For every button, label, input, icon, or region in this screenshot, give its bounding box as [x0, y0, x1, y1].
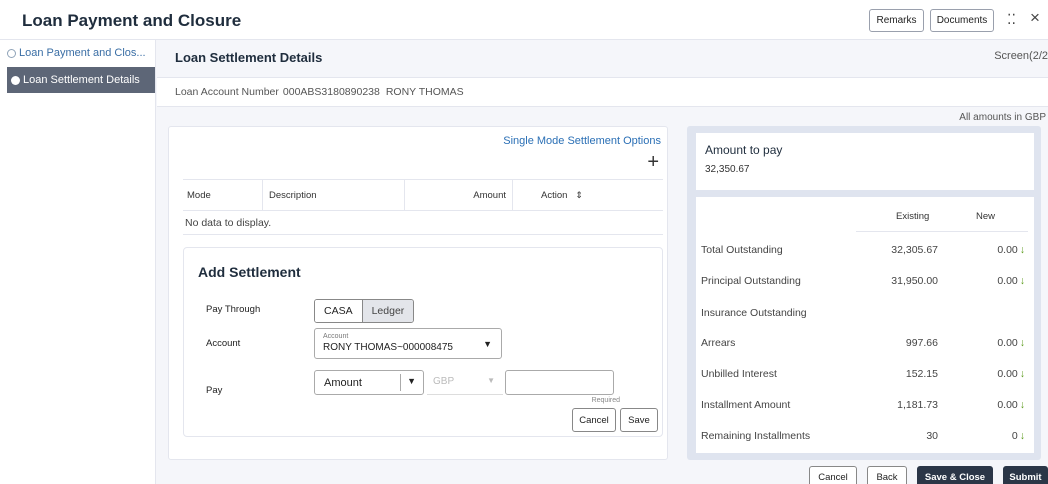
screen-indicator: Screen(2/2 — [994, 50, 1048, 62]
header-divider — [856, 231, 1028, 232]
currency-select[interactable]: GBP ▼ — [427, 370, 503, 395]
detail-row-total-outstanding: Total Outstanding 32,305.67 0.00 ↓ — [701, 244, 1025, 256]
add-settlement-title: Add Settlement — [198, 264, 301, 280]
step-sidebar: Loan Payment and Clos... Loan Settlement… — [0, 40, 156, 484]
sidebar-item-label: Loan Payment and Clos... — [19, 47, 146, 59]
sidebar-item-loan-settlement[interactable]: Loan Settlement Details — [7, 67, 155, 93]
pay-label: Pay — [206, 385, 223, 396]
column-header-existing: Existing — [896, 211, 930, 222]
arrow-down-icon: ↓ — [1019, 337, 1025, 349]
amount-to-pay-card: Amount to pay 32,350.67 — [696, 133, 1034, 190]
minimize-icon[interactable]: ⁚⁚ — [1007, 11, 1016, 28]
cancel-settlement-button[interactable]: Cancel — [572, 408, 616, 432]
pay-through-toggle: CASA Ledger — [314, 299, 415, 323]
add-settlement-box: Add Settlement Pay Through CASA Ledger A… — [183, 247, 663, 437]
sidebar-item-label: Loan Settlement Details — [23, 74, 140, 86]
pay-amount-input[interactable] — [505, 370, 614, 395]
outstanding-details-card: Existing New Total Outstanding 32,305.67… — [696, 197, 1034, 453]
pay-type-value: Amount — [324, 377, 362, 389]
pay-type-divider — [400, 374, 401, 391]
sidebar-item-loan-payment[interactable]: Loan Payment and Clos... — [0, 40, 155, 66]
step-done-icon — [7, 48, 16, 58]
single-mode-settlement-link[interactable]: Single Mode Settlement Options — [503, 135, 661, 147]
column-header-description: Description — [263, 180, 405, 210]
column-header-action[interactable]: Action ⇕ — [513, 180, 611, 210]
details-header: Existing New — [696, 197, 1034, 231]
table-header-row: Mode Description Amount Action ⇕ — [183, 179, 663, 211]
account-info-row: Loan Account Number 000ABS3180890238 RON… — [157, 77, 1048, 107]
detail-row-remaining-installments: Remaining Installments 30 0 ↓ — [701, 430, 1025, 442]
back-button[interactable]: Back — [867, 466, 907, 484]
detail-row-insurance-outstanding: Insurance Outstanding — [701, 307, 807, 319]
arrow-down-icon: ↓ — [1019, 399, 1025, 411]
column-header-new: New — [976, 211, 996, 222]
arrow-down-icon: ↓ — [1019, 368, 1025, 380]
settlement-mode-table: Mode Description Amount Action ⇕ No data… — [183, 179, 663, 235]
summary-panel: Amount to pay 32,350.67 Existing New Tot… — [687, 126, 1041, 460]
sort-icon[interactable]: ⇕ — [575, 190, 583, 201]
amount-to-pay-value: 32,350.67 — [705, 164, 750, 175]
column-header-amount: Amount — [405, 180, 513, 210]
detail-row-arrears: Arrears 997.66 0.00 ↓ — [701, 337, 1025, 349]
section-title: Loan Settlement Details — [175, 50, 323, 65]
documents-button[interactable]: Documents — [930, 9, 994, 32]
table-empty-message: No data to display. — [183, 211, 663, 235]
chevron-down-icon: ▼ — [487, 376, 495, 385]
detail-row-installment-amount: Installment Amount 1,181.73 0.00 ↓ — [701, 399, 1025, 411]
arrow-down-icon: ↓ — [1019, 430, 1025, 442]
currency-note: All amounts in GBP — [959, 112, 1046, 123]
cancel-button[interactable]: Cancel — [809, 466, 857, 484]
required-note: Required — [591, 397, 620, 404]
main-content: Loan Settlement Details Screen(2/2 Loan … — [157, 40, 1048, 484]
header-bar: Loan Payment and Closure Remarks Documen… — [0, 0, 1048, 40]
close-icon[interactable]: × — [1030, 8, 1040, 28]
account-number: 000ABS3180890238 — [282, 86, 380, 98]
account-label: Account — [206, 338, 241, 349]
remarks-button[interactable]: Remarks — [869, 9, 924, 32]
account-number-label: Loan Account Number — [175, 86, 279, 98]
add-mode-icon[interactable]: + — [647, 152, 659, 172]
pay-through-label: Pay Through — [206, 304, 261, 315]
account-select-value: RONY THOMAS~000008475 — [323, 342, 453, 353]
detail-row-unbilled-interest: Unbilled Interest 152.15 0.00 ↓ — [701, 368, 1025, 380]
account-holder-name: RONY THOMAS — [385, 86, 464, 98]
step-current-icon — [11, 75, 20, 85]
chevron-down-icon: ▼ — [407, 376, 416, 386]
account-field-floating-label: Account — [323, 333, 349, 340]
pay-type-select[interactable]: Amount ▼ — [314, 370, 424, 395]
submit-button[interactable]: Submit — [1003, 466, 1048, 484]
page-title: Loan Payment and Closure — [22, 11, 242, 30]
settlement-panel: Single Mode Settlement Options + Mode De… — [168, 126, 668, 460]
detail-row-principal-outstanding: Principal Outstanding 31,950.00 0.00 ↓ — [701, 275, 1025, 287]
save-and-close-button[interactable]: Save & Close — [917, 466, 993, 484]
pay-through-ledger-option[interactable]: Ledger — [361, 300, 414, 322]
column-header-mode: Mode — [183, 180, 263, 210]
chevron-down-icon: ▼ — [483, 339, 492, 349]
pay-through-casa-option[interactable]: CASA — [315, 300, 362, 322]
save-settlement-button[interactable]: Save — [620, 408, 658, 432]
arrow-down-icon: ↓ — [1019, 275, 1025, 287]
amount-to-pay-label: Amount to pay — [705, 143, 783, 157]
currency-value: GBP — [433, 376, 455, 387]
arrow-down-icon: ↓ — [1019, 244, 1025, 256]
account-select[interactable]: Account RONY THOMAS~000008475 ▼ — [314, 328, 502, 359]
